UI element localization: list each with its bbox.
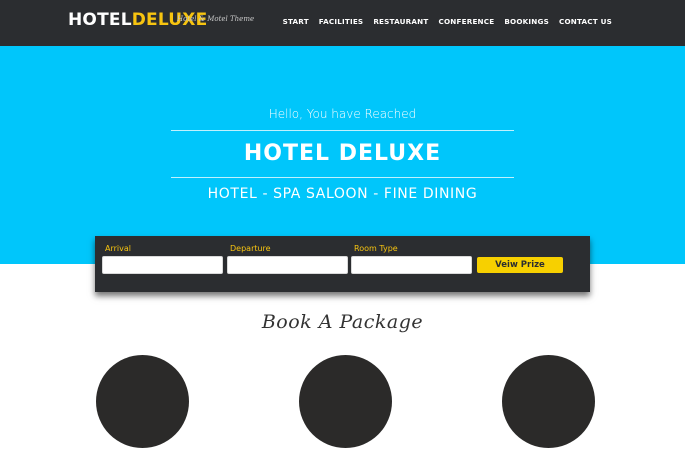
arrival-input[interactable] — [102, 256, 223, 274]
package-image-3[interactable] — [502, 355, 595, 448]
nav-item-bookings[interactable]: BOOKINGS — [504, 17, 549, 26]
package-image-1[interactable] — [96, 355, 189, 448]
hero-banner: Hello, You have Reached HOTEL DELUXE HOT… — [0, 46, 685, 264]
hero-divider-bottom — [171, 177, 514, 178]
view-prize-button[interactable]: Veiw Prize — [477, 257, 563, 273]
nav-item-contact-us[interactable]: CONTACT US — [559, 17, 612, 26]
nav-item-start[interactable]: START — [283, 17, 309, 26]
package-image-2[interactable] — [299, 355, 392, 448]
nav-item-conference[interactable]: CONFERENCE — [438, 17, 494, 26]
room-type-label: Room Type — [354, 244, 398, 253]
site-header: HOTELDELUXE Hotel & Motel Theme START FA… — [0, 0, 685, 46]
hero-title: HOTEL DELUXE — [243, 141, 442, 166]
nav-item-facilities[interactable]: FACILITIES — [319, 17, 364, 26]
departure-input[interactable] — [227, 256, 348, 274]
arrival-label: Arrival — [105, 244, 131, 253]
packages-title: Book A Package — [261, 311, 424, 333]
room-type-input[interactable] — [351, 256, 472, 274]
main-nav: START FACILITIES RESTAURANT CONFERENCE B… — [283, 17, 612, 26]
site-tagline: Hotel & Motel Theme — [177, 15, 255, 23]
hero-subtitle: HOTEL - SPA SALOON - FINE DINING — [207, 186, 478, 202]
logo-text-hotel: HOTEL — [68, 10, 132, 30]
nav-item-restaurant[interactable]: RESTAURANT — [373, 17, 428, 26]
hero-greeting: Hello, You have Reached — [268, 107, 417, 121]
booking-form: Arrival Departure Room Type Veiw Prize — [95, 236, 590, 292]
departure-label: Departure — [230, 244, 271, 253]
hero-divider-top — [171, 130, 514, 131]
